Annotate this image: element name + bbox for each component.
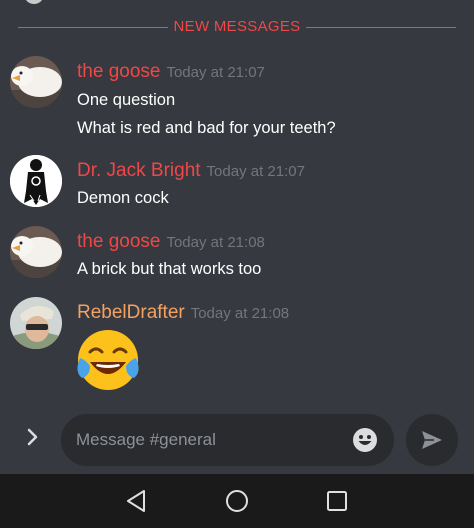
author-line: Dr. Jack Bright Today at 21:07 <box>77 160 305 183</box>
smiley-icon[interactable] <box>352 427 378 453</box>
face-with-tears-of-joy-emoji[interactable] <box>76 328 140 392</box>
composer: Message #general <box>0 404 474 474</box>
message[interactable]: RebelDrafter Today at 21:08 <box>0 297 474 397</box>
divider-line <box>18 27 168 28</box>
message-input[interactable]: Message #general <box>61 414 394 466</box>
triangle-back-icon[interactable] <box>124 488 150 514</box>
message-text: A brick but that works too <box>77 260 262 278</box>
new-messages-label: NEW MESSAGES <box>173 18 301 35</box>
author-line: the goose Today at 21:08 <box>77 231 265 254</box>
timestamp: Today at 21:08 <box>166 234 265 251</box>
jack-bright-avatar[interactable] <box>10 155 62 207</box>
author-name[interactable]: Dr. Jack Bright <box>77 160 201 181</box>
send-icon <box>422 431 442 449</box>
timestamp: Today at 21:08 <box>190 305 290 322</box>
message[interactable]: Dr. Jack Bright Today at 21:07 Demon cock <box>0 155 474 215</box>
previous-message-fragment <box>0 0 474 8</box>
divider-line <box>306 27 456 28</box>
rebeldrafter-avatar[interactable] <box>10 297 62 349</box>
timestamp: Today at 21:07 <box>166 64 265 81</box>
circle-home-icon[interactable] <box>224 488 250 514</box>
chevron-right-icon[interactable] <box>22 426 44 448</box>
author-name[interactable]: RebelDrafter <box>77 302 185 323</box>
timestamp: Today at 21:07 <box>206 163 305 180</box>
message-text: Demon cock <box>77 189 169 207</box>
author-line: the goose Today at 21:07 <box>77 61 265 84</box>
message-text: One question <box>77 91 176 109</box>
goose-avatar[interactable] <box>10 226 62 278</box>
message-text: What is red and bad for your teeth? <box>77 119 336 137</box>
new-messages-divider: NEW MESSAGES <box>0 16 474 38</box>
author-name[interactable]: the goose <box>77 231 160 252</box>
send-button[interactable] <box>406 414 458 466</box>
avatar <box>24 0 44 4</box>
message-input-placeholder: Message #general <box>76 430 216 449</box>
goose-avatar[interactable] <box>10 56 62 108</box>
system-navigation-bar <box>0 474 474 528</box>
message[interactable]: the goose Today at 21:08 A brick but that… <box>0 226 474 286</box>
author-line: RebelDrafter Today at 21:08 <box>77 302 289 325</box>
message[interactable]: the goose Today at 21:07 One question Wha… <box>0 56 474 146</box>
author-name[interactable]: the goose <box>77 61 160 82</box>
square-recents-icon[interactable] <box>324 488 350 514</box>
